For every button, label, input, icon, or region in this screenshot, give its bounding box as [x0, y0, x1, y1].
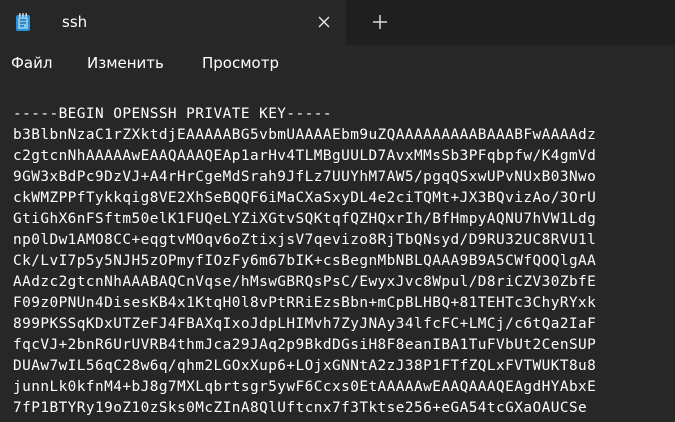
document-line: c2gtcnNhAAAAAwEAAQAAAQEAp1arHv4TLMBgUULD… — [13, 148, 597, 164]
text-editor[interactable]: -----BEGIN OPENSSH PRIVATE KEY----- b3Bl… — [0, 83, 675, 422]
menu-file[interactable]: Файл — [11, 53, 52, 73]
document-line: np0lDw1AMO8CC+eqgtvMOqv6oZtixjsV7qevizo8… — [13, 232, 597, 248]
plus-icon — [373, 15, 387, 29]
document-line: -----BEGIN OPENSSH PRIVATE KEY----- — [13, 106, 332, 122]
document-line: 9GW3xBdPc9DzVJ+A4rHrCgeMdSrah9JfLz7UUYhM… — [13, 169, 597, 185]
document-line: ckWMZPPfTykkqig8VE2XhSeBQQF6iMaCXaSxyDL4… — [13, 190, 597, 206]
document-line: b3BlbnNzaC1rZXktdjEAAAAABG5vbmUAAAAEbm9u… — [13, 127, 597, 143]
tab-title: ssh — [62, 13, 88, 31]
document-line: 899PKSSqKDxUTZeFJ4FBAXqIxoJdpLHIMvh7ZyJN… — [13, 316, 597, 332]
close-tab-button[interactable] — [312, 10, 336, 34]
document-line: 7fP1BTYRy19oZ10zSks0McZInA8QlUftcnx7f3Tk… — [13, 400, 588, 416]
document-line: AAdzc2gtcnNhAAABAQCnVqse/hMswGBRQsPsC/Ew… — [13, 274, 597, 290]
document-line: F09z0PNUn4DisesKB4x1KtqH0l8vPtRRiEzsBbn+… — [13, 295, 597, 311]
document-line: Ck/LvI7p5y5NJH5zOPmyfIOzFy6m67bIK+csBegn… — [13, 253, 597, 269]
document-line: DUAw7wIL56qC28w6q/qhm2LGOxXup6+LOjxGNNtA… — [13, 358, 597, 374]
menu-view[interactable]: Просмотр — [202, 53, 279, 73]
document-line: GtiGhX6nFSftm50elK1FUQeLYZiXGtvSQKtqfQZH… — [13, 211, 597, 227]
menu-bar: Файл Изменить Просмотр — [0, 45, 675, 83]
menu-edit[interactable]: Изменить — [87, 53, 164, 73]
notepad-icon — [16, 13, 30, 31]
tab-ssh[interactable]: ssh — [0, 0, 346, 45]
document-line: junnLk0kfnM4+bJ8g7MXLqbrtsgr5ywF6Ccxs0Et… — [13, 379, 597, 395]
new-tab-button[interactable] — [368, 10, 392, 34]
close-icon — [318, 16, 330, 28]
document-line: fqcVJ+2bnR6UrUVRB4thmJca29JAq2p9BkdDGsiH… — [13, 337, 597, 353]
tab-bar: ssh — [0, 0, 675, 45]
